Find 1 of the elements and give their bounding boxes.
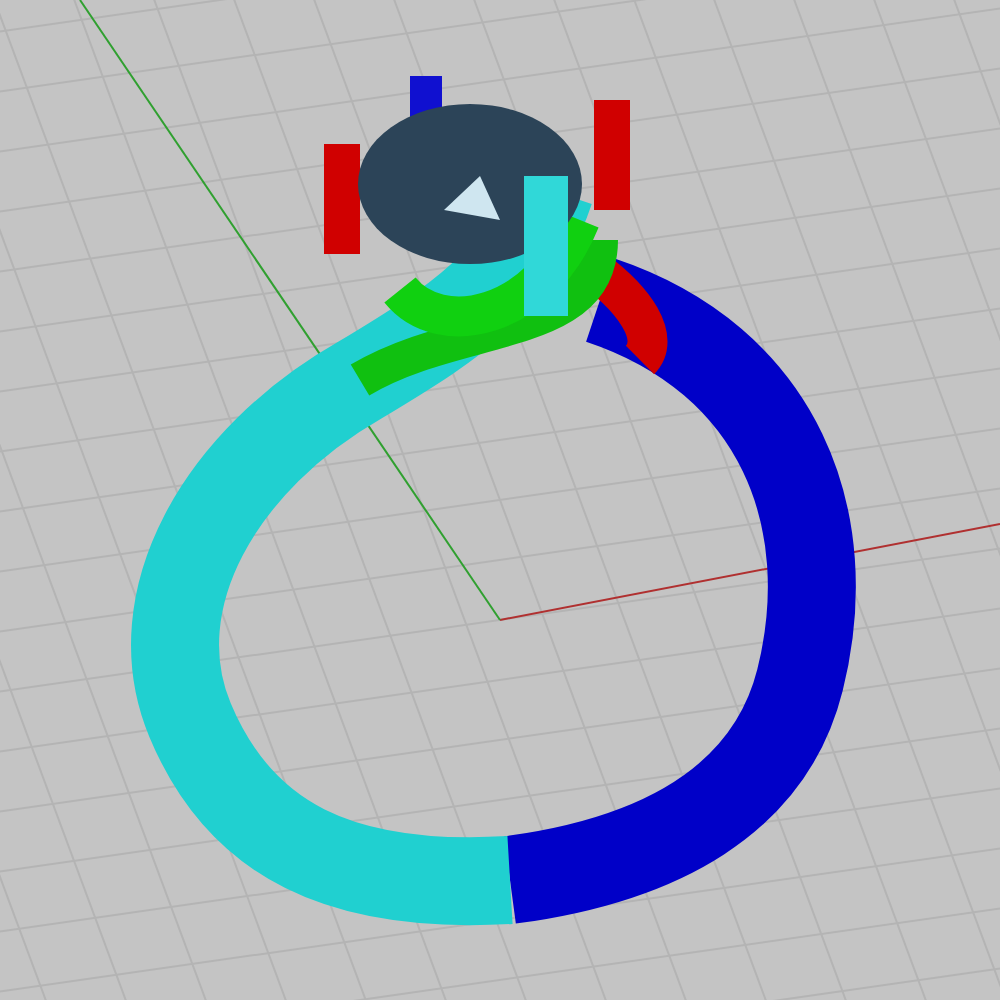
3d-viewport[interactable] bbox=[0, 0, 1000, 1000]
